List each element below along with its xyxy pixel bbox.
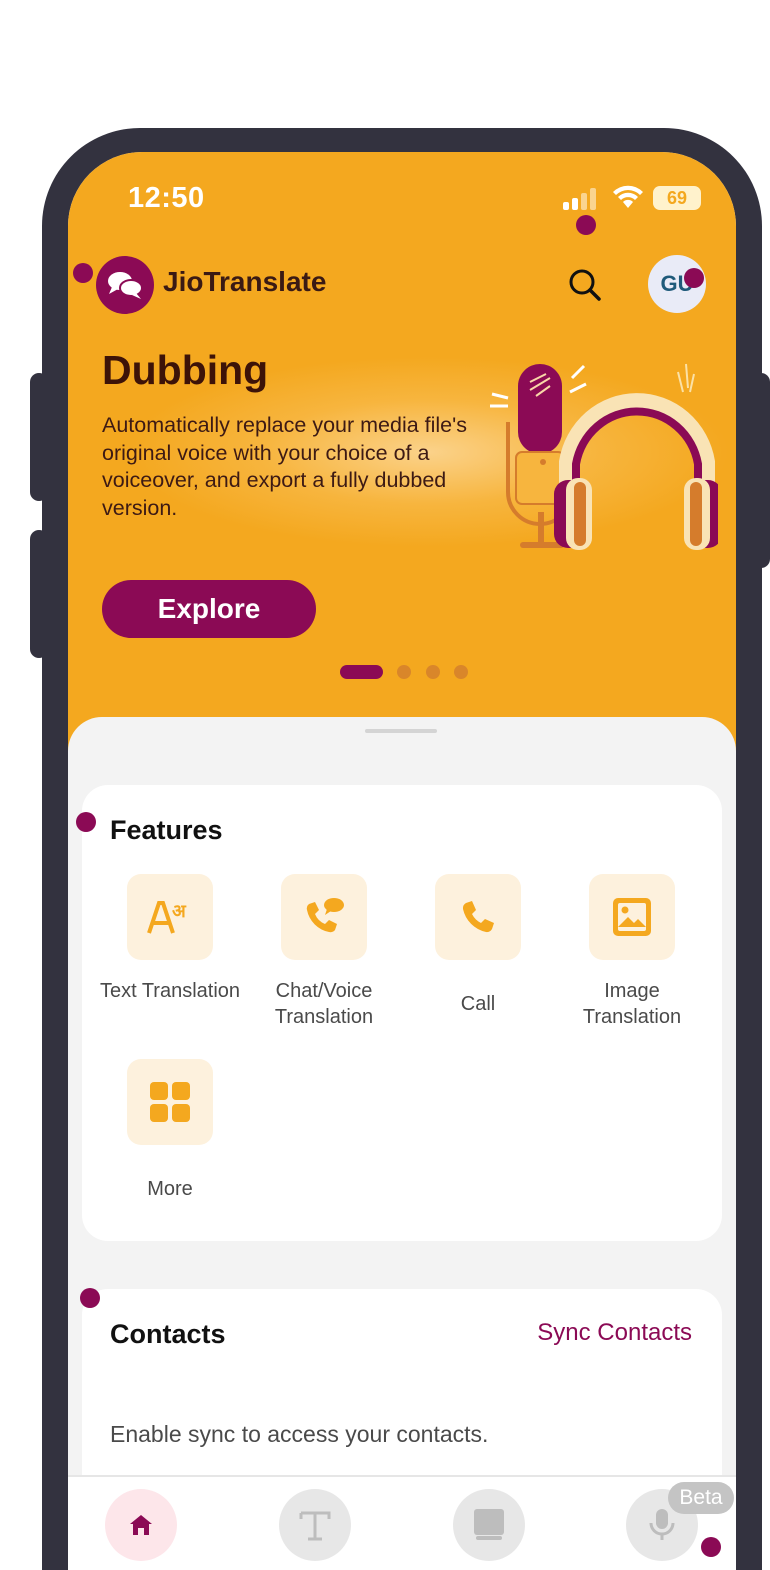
feature-call[interactable]: Call	[403, 874, 553, 1017]
beta-badge: Beta	[668, 1482, 734, 1514]
feature-label: Call	[460, 993, 496, 1015]
feature-image-translation[interactable]: Image Translation	[557, 874, 707, 1030]
marker-dot	[701, 1537, 721, 1557]
sheet-handle[interactable]	[365, 729, 437, 733]
carousel-dot[interactable]	[426, 665, 440, 679]
bottom-navigation: Beta	[68, 1475, 736, 1570]
status-bar: 12:50 69	[68, 152, 736, 242]
nav-home[interactable]	[105, 1489, 177, 1561]
hero-title: Dubbing	[102, 347, 269, 393]
marker-dot	[80, 1288, 100, 1308]
phone-icon	[435, 874, 521, 960]
feature-label: Chat/Voice Translation	[274, 980, 374, 1028]
chat-bubbles-icon	[108, 272, 143, 299]
book-icon	[474, 1509, 504, 1540]
nav-text[interactable]	[279, 1489, 351, 1561]
content-sheet[interactable]: Features अ Text Translation Chat/Voice T…	[68, 717, 736, 1570]
svg-text:अ: अ	[172, 901, 187, 922]
search-button[interactable]	[562, 262, 608, 308]
feature-label: More	[147, 1178, 193, 1200]
mic-icon	[649, 1509, 675, 1540]
search-icon	[569, 269, 601, 301]
image-icon	[589, 874, 675, 960]
battery-indicator: 69	[653, 186, 701, 210]
features-title: Features	[110, 815, 223, 845]
marker-dot	[576, 215, 596, 235]
features-card: Features अ Text Translation Chat/Voice T…	[82, 785, 722, 1241]
feature-chat-voice-translation[interactable]: Chat/Voice Translation	[249, 874, 399, 1030]
text-icon	[299, 1511, 331, 1541]
chat-voice-icon	[281, 874, 367, 960]
carousel-dot-active[interactable]	[340, 665, 383, 679]
grid-icon	[127, 1059, 213, 1145]
app-screen: 12:50 69 JioTranslate GU Dubbing Automat…	[68, 152, 736, 1570]
carousel-indicator[interactable]	[340, 665, 480, 679]
wifi-icon	[613, 185, 643, 208]
app-title: JioTranslate	[163, 266, 327, 297]
signal-icon	[563, 188, 603, 210]
text-translate-icon: अ	[127, 874, 213, 960]
marker-dot	[73, 263, 93, 283]
marker-dot	[76, 812, 96, 832]
sync-contacts-link[interactable]: Sync Contacts	[537, 1319, 692, 1347]
app-logo	[96, 256, 154, 314]
status-time: 12:50	[128, 182, 205, 214]
feature-more[interactable]: More	[95, 1059, 245, 1202]
marker-dot	[684, 268, 704, 288]
nav-book[interactable]	[453, 1489, 525, 1561]
contacts-title: Contacts	[110, 1319, 226, 1349]
app-bar: JioTranslate	[68, 252, 736, 318]
contacts-empty-message: Enable sync to access your contacts.	[110, 1421, 489, 1447]
feature-label: Image Translation	[582, 980, 682, 1028]
explore-button[interactable]: Explore	[102, 580, 316, 638]
hero-banner[interactable]: 12:50 69 JioTranslate GU Dubbing Automat…	[68, 152, 736, 752]
hero-description: Automatically replace your media file's …	[102, 413, 467, 520]
dubbing-illustration	[490, 363, 718, 550]
feature-label: Text Translation	[99, 980, 241, 1002]
page: 12:50 69 JioTranslate GU Dubbing Automat…	[0, 0, 770, 1570]
carousel-dot[interactable]	[397, 665, 411, 679]
carousel-dot[interactable]	[454, 665, 468, 679]
feature-text-translation[interactable]: अ Text Translation	[95, 874, 245, 1004]
home-icon	[130, 1515, 152, 1535]
